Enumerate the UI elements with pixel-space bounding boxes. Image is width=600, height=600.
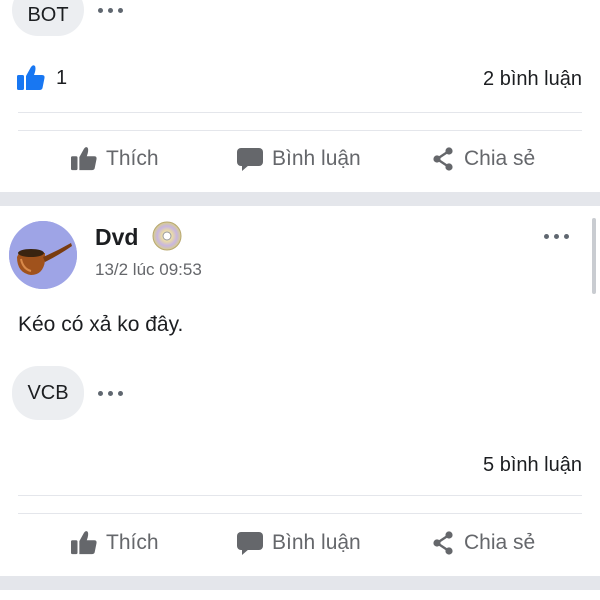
comment-count-2[interactable]: 5 bình luận [483, 454, 582, 477]
share-label: Chia sẻ [464, 147, 536, 170]
comment-button[interactable]: Bình luận [236, 146, 361, 172]
reaction-chip-label: VCB [27, 381, 69, 404]
more-options-icon[interactable] [544, 234, 569, 239]
more-options-icon[interactable] [98, 8, 123, 13]
pipe-avatar [9, 221, 77, 289]
like-count-row[interactable]: 1 [16, 64, 67, 92]
reaction-chip-label: BOT [27, 3, 69, 26]
comment-button[interactable]: Bình luận [236, 530, 361, 556]
post-separator [0, 192, 600, 206]
share-button[interactable]: Chia sẻ [430, 146, 535, 172]
reaction-chip-bot[interactable]: BOT [12, 0, 84, 36]
comment-count-1[interactable]: 2 bình luận [483, 68, 582, 91]
scrollbar[interactable] [592, 218, 596, 294]
like-label: Thích [106, 147, 159, 170]
share-icon [433, 147, 453, 171]
cd-badge-icon [152, 221, 182, 251]
avatar[interactable] [9, 221, 77, 289]
thumbs-up-icon [71, 531, 97, 555]
like-button[interactable]: Thích [70, 146, 159, 172]
share-label: Chia sẻ [464, 531, 536, 554]
like-button[interactable]: Thích [70, 530, 159, 556]
thumbs-up-icon [17, 65, 45, 90]
like-label: Thích [106, 531, 159, 554]
like-count: 1 [56, 66, 68, 89]
post-text: Kéo có xả ko đây. [18, 313, 184, 336]
comment-icon [237, 532, 263, 555]
post-separator [0, 576, 600, 590]
comment-icon [237, 148, 263, 171]
author-name[interactable]: Dvd [95, 224, 138, 251]
more-options-icon[interactable] [98, 391, 123, 396]
divider [18, 130, 582, 131]
share-button[interactable]: Chia sẻ [430, 530, 535, 556]
divider [18, 112, 582, 113]
divider [18, 495, 582, 496]
comment-label: Bình luận [272, 531, 361, 554]
reaction-chip-vcb[interactable]: VCB [12, 366, 84, 420]
divider [18, 513, 582, 514]
thumbs-up-icon [71, 147, 97, 171]
comment-label: Bình luận [272, 147, 361, 170]
post-timestamp[interactable]: 13/2 lúc 09:53 [95, 260, 202, 280]
share-icon [433, 531, 453, 555]
